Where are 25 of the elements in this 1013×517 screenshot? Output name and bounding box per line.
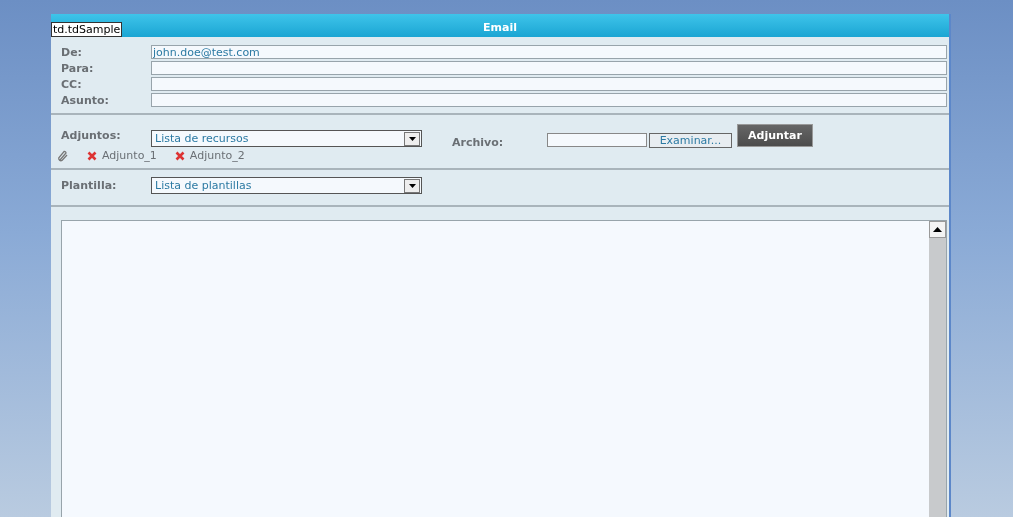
paperclip-icon <box>57 149 69 162</box>
file-input-field[interactable] <box>547 133 647 147</box>
attachment-name: Adjunto_2 <box>189 149 245 162</box>
input-field[interactable] <box>151 77 947 91</box>
field-label: Archivo: <box>452 136 505 149</box>
scroll-up-icon[interactable] <box>929 221 946 238</box>
attachment-name: Adjunto_1 <box>102 149 157 162</box>
field-label: CC: <box>61 77 83 91</box>
field-label: Plantilla: <box>61 179 118 192</box>
input-field[interactable] <box>151 61 947 75</box>
attach-button[interactable]: Adjuntar <box>737 124 813 147</box>
input-field[interactable] <box>151 93 947 107</box>
browse-button[interactable]: Examinar... <box>649 133 732 148</box>
field-label: Para: <box>61 61 95 75</box>
remove-icon[interactable] <box>87 150 97 161</box>
message-body-field[interactable] <box>61 220 947 517</box>
scrollbar[interactable] <box>929 221 946 517</box>
field-label: De: <box>61 45 83 59</box>
input-field[interactable]: john.doe@test.com <box>151 45 947 59</box>
tooltip: td.tdSample <box>51 22 123 37</box>
field-label: Asunto: <box>61 93 110 107</box>
dropdown[interactable]: Lista de recursos <box>151 130 422 147</box>
remove-icon[interactable] <box>174 150 185 161</box>
field-label: Adjuntos: <box>61 129 122 142</box>
dropdown[interactable]: Lista de plantillas <box>151 177 422 194</box>
